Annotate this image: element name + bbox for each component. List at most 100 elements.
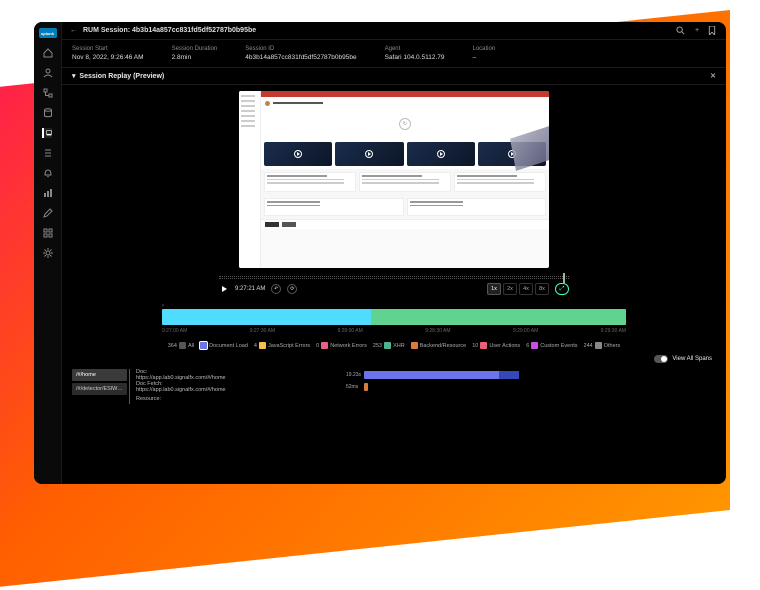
legend-swatch <box>411 342 418 349</box>
span-table: /#/home /#/detector/ESlW… Doc:https://ap… <box>62 365 726 408</box>
legend-swatch <box>384 342 391 349</box>
bookmark-icon[interactable] <box>708 26 718 35</box>
legend-label: XHR <box>393 343 405 349</box>
meta-location-label: Location <box>472 46 495 52</box>
tick: 9:28:30 AM <box>425 328 450 334</box>
timeline[interactable]: 9:27:00 AM 9:27:30 AM 9:28:00 AM 9:28:30… <box>62 309 726 334</box>
tick: 9:27:30 AM <box>250 328 275 334</box>
nav-chart-icon[interactable] <box>43 188 53 198</box>
span-row[interactable]: Doc:https://app.lab0.signalfx.com/#/home… <box>136 369 716 380</box>
brand-logo[interactable]: splunk <box>39 28 57 38</box>
legend-item[interactable]: 6 Custom Events <box>526 342 577 349</box>
replay-area: ↻ 9:27:21 AM ↶ ⟳ 1x 2x 4x 8x <box>62 85 726 299</box>
nav-grid-icon[interactable] <box>43 228 53 238</box>
nav-structure-icon[interactable] <box>43 88 53 98</box>
legend-item[interactable]: 10 User Actions <box>472 342 520 349</box>
span-label: Resource: <box>136 396 286 402</box>
legend-count: 4 <box>254 343 257 349</box>
legend-label: User Actions <box>489 343 520 349</box>
legend-label: Backend/Resource <box>420 343 466 349</box>
legend-item[interactable]: Document Load <box>200 342 248 349</box>
legend-count: 10 <box>472 343 478 349</box>
legend-item[interactable]: 4 JavaScript Errors <box>254 342 310 349</box>
view-all-label: View All Spans <box>672 356 712 362</box>
play-button[interactable] <box>219 284 229 294</box>
nav-rum-icon[interactable] <box>42 128 52 138</box>
legend-count: 6 <box>526 343 529 349</box>
nav-db-icon[interactable] <box>43 108 53 118</box>
legend-item[interactable]: Backend/Resource <box>411 342 466 349</box>
nav-user-icon[interactable] <box>43 68 53 78</box>
tick: 9:29:30 AM <box>601 328 626 334</box>
legend-swatch <box>531 342 538 349</box>
legend-item[interactable]: 244 Others <box>584 342 621 349</box>
view-all-row: View All Spans <box>62 353 726 365</box>
meta-agent-label: Agent <box>385 46 445 52</box>
span-row[interactable]: Resource: <box>136 393 716 404</box>
nav-list-icon[interactable] <box>43 148 53 158</box>
span-tab[interactable]: /#/detector/ESlW… <box>72 383 127 395</box>
speed-8x[interactable]: 8x <box>535 283 549 295</box>
tick: 9:29:00 AM <box>513 328 538 334</box>
chevron-down-icon: ▾ <box>72 72 79 80</box>
legend-label: Network Errors <box>330 343 367 349</box>
section-header[interactable]: ▾ Session Replay (Preview) ✕ <box>62 68 726 85</box>
legend-swatch <box>179 342 186 349</box>
legend-count: 364 <box>168 343 177 349</box>
speed-2x[interactable]: 2x <box>503 283 517 295</box>
legend-swatch <box>200 342 207 349</box>
top-bar: ← RUM Session: 4b3b14a857cc831fd5df52787… <box>62 22 726 40</box>
legend-count: 244 <box>584 343 593 349</box>
meta-start-value: Nov 8, 2022, 9:26:46 AM <box>72 54 144 61</box>
view-all-toggle[interactable] <box>654 355 668 363</box>
scrubber-track[interactable] <box>219 276 569 279</box>
legend-item[interactable]: 364 All <box>168 342 194 349</box>
main-panel: ← RUM Session: 4b3b14a857cc831fd5df52787… <box>62 22 726 484</box>
legend-item[interactable]: 0 Network Errors <box>316 342 367 349</box>
rewind-button[interactable]: ↶ <box>271 284 281 294</box>
meta-id-label: Session ID <box>245 46 356 52</box>
meta-agent-value: Safari 104.0.5112.79 <box>385 54 445 61</box>
section-title: Session Replay (Preview) <box>79 73 164 80</box>
legend-swatch <box>480 342 487 349</box>
speed-1x[interactable]: 1x <box>487 283 501 295</box>
legend-label: Document Load <box>209 343 248 349</box>
legend-swatch <box>321 342 328 349</box>
span-label: Doc:https://app.lab0.signalfx.com/#/home <box>136 369 286 381</box>
legend-label: Custom Events <box>540 343 577 349</box>
restart-button[interactable]: ⟳ <box>287 284 297 294</box>
legend-swatch <box>259 342 266 349</box>
timeline-bar[interactable] <box>162 309 626 325</box>
meta-location-value: – <box>472 54 495 61</box>
tick: 9:27:00 AM <box>162 328 187 334</box>
nav-home-icon[interactable] <box>43 48 53 58</box>
close-icon[interactable]: ✕ <box>710 72 716 80</box>
legend-label: Others <box>604 343 621 349</box>
span-label: Doc Fetch:https://app.lab0.signalfx.com/… <box>136 381 286 393</box>
legend-label: All <box>188 343 194 349</box>
session-meta: Session Start Nov 8, 2022, 9:26:46 AM Ses… <box>62 40 726 68</box>
span-tab[interactable]: /#/home <box>72 369 127 381</box>
nav-edit-icon[interactable] <box>43 208 53 218</box>
span-row[interactable]: Doc Fetch:https://app.lab0.signalfx.com/… <box>136 381 716 392</box>
player-controls: 9:27:21 AM ↶ ⟳ 1x 2x 4x 8x ⤢ <box>219 283 569 295</box>
search-icon[interactable] <box>676 26 686 35</box>
meta-id-value: 4b3b14a857cc831fd5df52787b0b95be <box>245 54 356 61</box>
meta-duration-value: 2.8min <box>172 54 218 61</box>
nav-settings-icon[interactable] <box>43 248 53 258</box>
speed-4x[interactable]: 4x <box>519 283 533 295</box>
legend-label: JavaScript Errors <box>268 343 310 349</box>
meta-duration-label: Session Duration <box>172 46 218 52</box>
span-bar <box>364 383 368 391</box>
sidebar: splunk <box>34 22 62 484</box>
back-button[interactable]: ← <box>70 27 77 34</box>
fullscreen-button[interactable]: ⤢ <box>555 283 569 295</box>
plus-icon[interactable]: + <box>692 27 702 34</box>
meta-start-label: Session Start <box>72 46 144 52</box>
legend-count: 0 <box>316 343 319 349</box>
page-title: RUM Session: 4b3b14a857cc831fd5df52787b0… <box>83 27 256 34</box>
replay-viewport[interactable]: ↻ <box>239 91 549 268</box>
current-time: 9:27:21 AM <box>235 286 265 292</box>
nav-bell-icon[interactable] <box>43 168 53 178</box>
legend-item[interactable]: 253XHR <box>373 342 405 349</box>
